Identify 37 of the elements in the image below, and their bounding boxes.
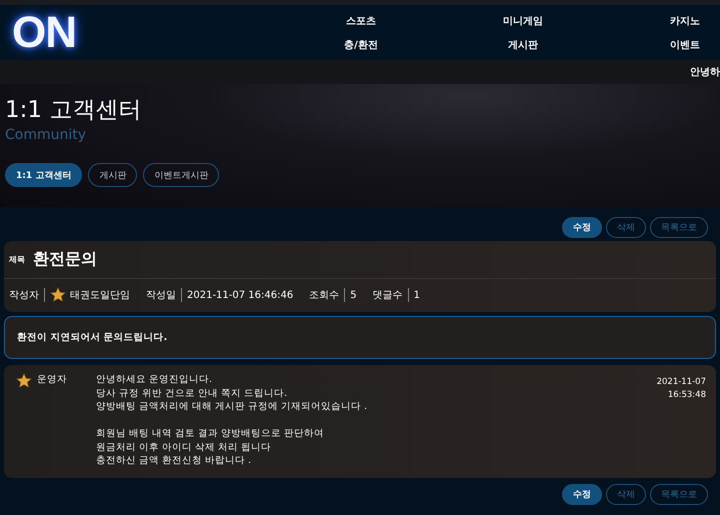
star-icon <box>50 287 66 303</box>
reply-text: 양방배팅 금액처리에 대해 게시판 규정에 기재되어있습니다 . <box>96 400 368 414</box>
action-button[interactable]: 수정 <box>562 217 602 238</box>
board-tab[interactable]: 1:1 고객센터 <box>5 163 82 187</box>
meta-value: 2021-11-07 16:46:46 <box>187 290 294 300</box>
nav-link[interactable]: 게시판 <box>442 38 604 52</box>
reply-text: 원금처리 이후 아이디 삭제 처리 됩니다 <box>96 440 272 454</box>
post-body: 환전이 지연되어서 문의드립니다. <box>4 316 716 359</box>
nav-link[interactable]: 충/환전 <box>280 38 442 52</box>
site-logo[interactable]: ON <box>12 8 280 58</box>
meta-label: 작성자 <box>9 288 45 302</box>
nav-link[interactable]: 이벤트 <box>604 38 720 52</box>
reply-author: 운영자 <box>37 373 67 386</box>
reply-date: 2021-11-07 <box>656 377 706 387</box>
action-button[interactable]: 수정 <box>562 484 602 504</box>
nav-link[interactable]: 미니게임 <box>442 14 604 28</box>
page-title: 1:1 고객센터 <box>5 96 142 125</box>
meta-label: 작성일 <box>146 288 182 302</box>
greeting-text: 안녕하 <box>690 66 720 79</box>
meta-label: 댓글수 <box>372 288 409 302</box>
star-icon <box>16 373 32 389</box>
title-label: 제목 <box>9 254 25 265</box>
meta-value: 1 <box>414 290 420 300</box>
reply-text: 충전하신 금액 환전신청 바랍니다 . <box>96 454 252 468</box>
board-tab[interactable]: 게시판 <box>88 163 138 187</box>
reply-text: 당사 규정 위반 건으로 안내 쪽지 드립니다. <box>96 386 288 400</box>
meta-label: 조회수 <box>309 288 346 302</box>
reply-text: 안녕하세요 운영진입니다. <box>96 373 214 386</box>
post-title: 환전문의 <box>33 249 97 270</box>
reply-text: 회원님 배팅 내역 검토 결과 양방배팅으로 판단하여 <box>96 427 326 440</box>
reply-time: 16:53:48 <box>668 390 706 400</box>
nav-link[interactable]: 카지노 <box>604 14 720 28</box>
nav-link[interactable]: 스포츠 <box>280 14 442 28</box>
meta-value: 태권도일단임 <box>70 289 130 302</box>
page-subtitle: Community <box>5 127 88 143</box>
board-tab[interactable]: 이벤트게시판 <box>143 163 220 187</box>
meta-value: 5 <box>350 290 357 300</box>
